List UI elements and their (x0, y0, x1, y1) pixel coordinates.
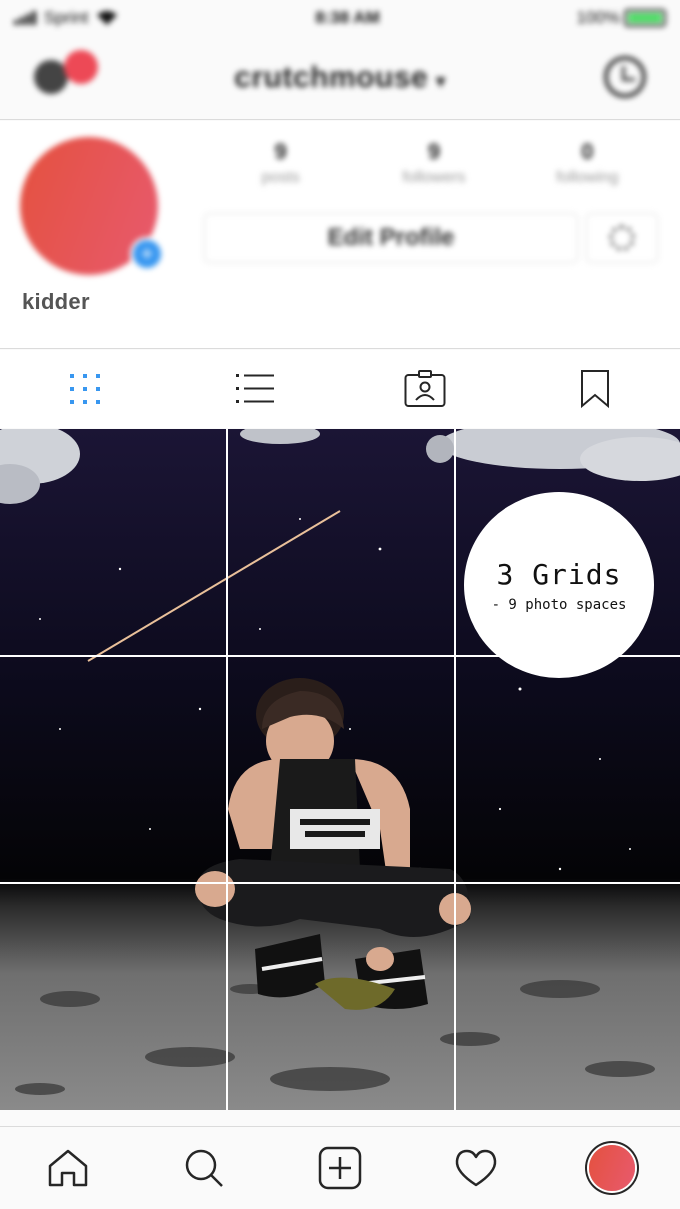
status-left: Sprint (14, 8, 118, 28)
grid-photo-4[interactable] (0, 657, 226, 883)
profile-avatar-icon (589, 1145, 635, 1191)
bottom-nav (0, 1126, 680, 1209)
wifi-icon (97, 11, 118, 25)
heart-icon (455, 1149, 497, 1187)
signal-icon (14, 11, 36, 25)
battery-percent: 100% (576, 8, 620, 27)
tab-saved[interactable] (555, 359, 635, 419)
profile-stats: 9 posts 9 followers 0 following (204, 139, 664, 187)
search-icon (185, 1149, 223, 1187)
tab-tagged[interactable] (385, 359, 465, 419)
stat-posts[interactable]: 9 posts (211, 139, 351, 187)
grid-photo-6[interactable] (456, 657, 680, 883)
grid-photo-1[interactable] (0, 429, 226, 655)
chevron-down-icon: ▾ (436, 70, 446, 91)
gear-icon (609, 225, 635, 251)
nav-new-post[interactable] (300, 1133, 380, 1203)
display-name: kidder (22, 289, 90, 314)
person-icon (34, 60, 68, 94)
notification-dot (64, 50, 98, 84)
edit-profile-button[interactable]: Edit Profile (204, 213, 578, 263)
carrier-label: Sprint (44, 8, 89, 27)
tagged-icon (404, 370, 446, 407)
stat-number: 9 (274, 139, 287, 164)
promo-badge: 3 Grids - 9 photo spaces (464, 492, 654, 678)
tab-grid[interactable] (45, 359, 125, 419)
status-time: 8:38 AM (315, 8, 380, 27)
profile-tabs (0, 350, 680, 428)
stat-number: 0 (581, 139, 594, 164)
profile-header: + kidder 9 posts 9 followers 0 following… (0, 121, 680, 349)
nav-home[interactable] (28, 1133, 108, 1203)
list-icon (236, 374, 274, 403)
photo-grid: 3 Grids - 9 photo spaces (0, 429, 680, 1110)
grid-photo-9[interactable] (456, 884, 680, 1110)
tab-list[interactable] (215, 359, 295, 419)
username-switcher[interactable]: crutchmouse ▾ (234, 61, 445, 95)
battery: 100% (577, 8, 666, 28)
stat-number: 9 (427, 139, 441, 164)
bookmark-icon (581, 370, 609, 409)
grid-photo-8[interactable] (228, 884, 454, 1110)
nav-search[interactable] (164, 1133, 244, 1203)
settings-button[interactable] (586, 213, 658, 263)
nav-activity[interactable] (436, 1133, 516, 1203)
battery-icon (624, 9, 666, 27)
status-bar: Sprint 8:38 AM 100% (0, 0, 680, 36)
home-icon (48, 1149, 88, 1187)
discover-people-button[interactable] (30, 50, 100, 100)
grid-photo-5[interactable] (228, 657, 454, 883)
stat-label: following (556, 169, 619, 186)
nav-profile[interactable] (572, 1133, 652, 1203)
grid-photo-2[interactable] (228, 429, 454, 655)
grid-icon (70, 374, 100, 404)
history-icon[interactable] (604, 56, 646, 98)
top-bar: crutchmouse ▾ (0, 36, 680, 120)
stat-following[interactable]: 0 following (517, 139, 657, 187)
stat-label: followers (402, 169, 466, 186)
grid-photo-7[interactable] (0, 884, 226, 1110)
stat-label: posts (261, 169, 300, 186)
username-label: crutchmouse (234, 60, 429, 94)
new-post-icon (318, 1146, 362, 1190)
promo-title: 3 Grids (496, 557, 622, 591)
stat-followers[interactable]: 9 followers (364, 139, 504, 187)
add-story-icon[interactable]: + (130, 237, 164, 271)
promo-subtitle: - 9 photo spaces (491, 596, 627, 613)
